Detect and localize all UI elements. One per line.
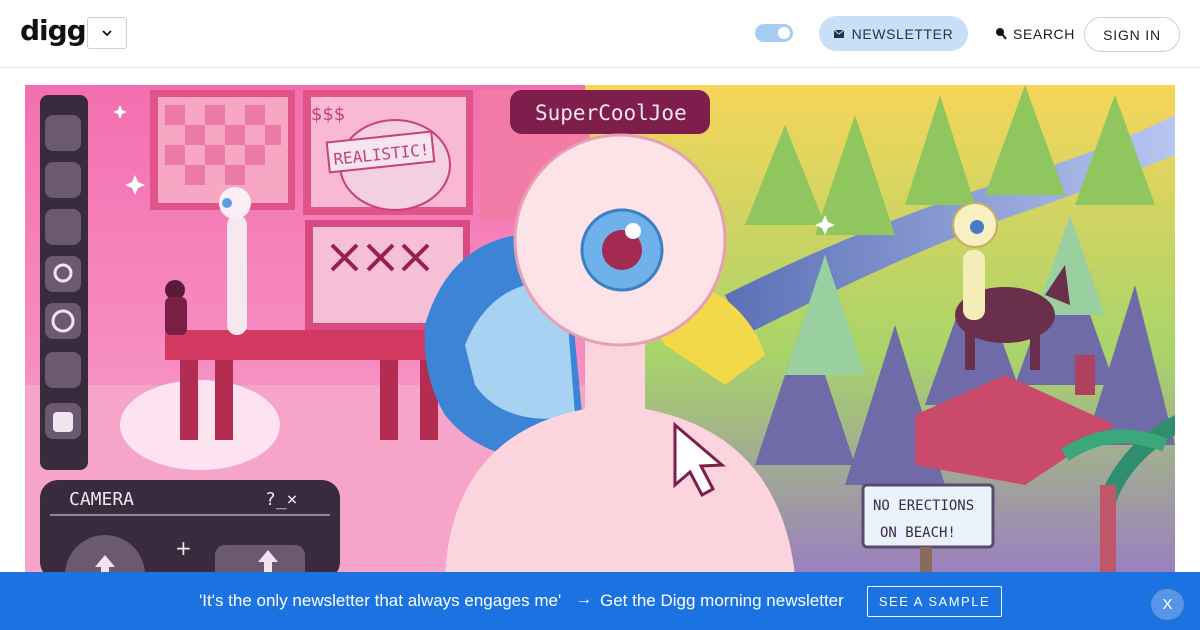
money-sign-text: $$$	[311, 104, 345, 125]
camera-panel-controls: ?_×	[265, 489, 298, 510]
camera-panel-label: CAMERA	[69, 489, 134, 510]
hero-illustration[interactable]: $$$ REALISTIC! SuperCoolJoe NO ERECTIONS…	[25, 85, 1175, 575]
see-sample-button[interactable]: SEE A SAMPLE	[867, 586, 1002, 617]
newsletter-banner: 'It's the only newsletter that always en…	[0, 572, 1200, 630]
newsletter-button[interactable]: NEWSLETTER	[819, 16, 968, 51]
hero-artwork: $$$ REALISTIC! SuperCoolJoe NO ERECTIONS…	[25, 85, 1175, 575]
theme-toggle[interactable]	[755, 24, 793, 42]
close-banner-button[interactable]: X	[1150, 588, 1185, 621]
mail-icon	[833, 29, 844, 38]
toggle-knob	[778, 27, 790, 39]
search-icon	[996, 28, 1007, 40]
digg-logo[interactable]: digg	[20, 17, 87, 48]
beach-sign-line1: NO ERECTIONS	[873, 498, 974, 514]
banner-cta-text: Get the Digg morning newsletter	[600, 591, 844, 610]
username-tag-text: SuperCoolJoe	[535, 101, 687, 125]
menu-dropdown-button[interactable]	[87, 17, 127, 49]
svg-text:+: +	[175, 536, 192, 560]
search-label: SEARCH	[1013, 25, 1075, 42]
site-header: digg NEWSLETTER SEARCH SIGN IN	[0, 0, 1200, 68]
newsletter-label: NEWSLETTER	[851, 25, 954, 42]
banner-quote: 'It's the only newsletter that always en…	[199, 591, 562, 610]
arrow-right-icon: →	[576, 591, 592, 608]
sign-in-button[interactable]: SIGN IN	[1084, 17, 1180, 52]
beach-sign-line2: ON BEACH!	[880, 525, 956, 541]
chevron-down-icon	[102, 30, 112, 37]
search-button[interactable]: SEARCH	[995, 16, 1075, 51]
